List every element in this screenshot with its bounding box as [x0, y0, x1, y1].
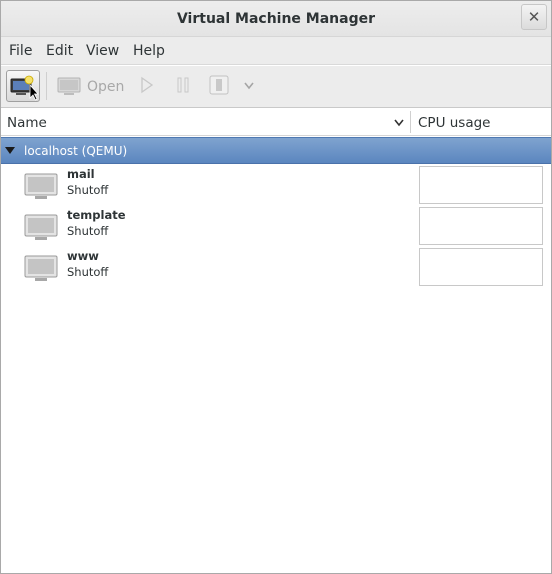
- connection-row[interactable]: localhost (QEMU): [1, 137, 551, 164]
- expander-down-icon[interactable]: [5, 147, 15, 155]
- cpu-usage-graph: [419, 166, 543, 204]
- monitor-icon: [57, 77, 81, 95]
- connection-label: localhost (QEMU): [24, 144, 128, 158]
- vm-name: www: [67, 249, 99, 263]
- column-divider[interactable]: [410, 111, 411, 133]
- close-button[interactable]: ✕: [521, 4, 547, 30]
- column-header: Name CPU usage: [1, 109, 551, 136]
- open-button[interactable]: Open: [57, 74, 124, 100]
- vm-state: Shutoff: [67, 265, 109, 279]
- vm-state: Shutoff: [67, 183, 109, 197]
- chevron-down-icon[interactable]: [393, 118, 405, 128]
- menu-view[interactable]: View: [86, 43, 119, 59]
- vm-monitor-icon: [24, 255, 58, 281]
- vm-row[interactable]: template Shutoff: [1, 206, 551, 247]
- title-bar[interactable]: Virtual Machine Manager ✕: [1, 1, 551, 37]
- cpu-usage-graph: [419, 207, 543, 245]
- new-vm-icon: [10, 75, 39, 101]
- open-button-label: Open: [87, 79, 125, 95]
- new-vm-button[interactable]: [6, 70, 40, 102]
- vm-row[interactable]: www Shutoff: [1, 247, 551, 288]
- main-window: Virtual Machine Manager ✕ File Edit View…: [0, 0, 552, 574]
- vm-monitor-icon: [24, 173, 58, 199]
- vm-state: Shutoff: [67, 224, 109, 238]
- shutdown-icon[interactable]: [208, 75, 230, 95]
- window-title: Virtual Machine Manager: [176, 11, 376, 27]
- menu-bar: File Edit View Help: [1, 37, 551, 65]
- menu-help[interactable]: Help: [133, 43, 165, 59]
- vm-row[interactable]: mail Shutoff: [1, 165, 551, 206]
- vm-name: mail: [67, 167, 95, 181]
- column-cpu-header[interactable]: CPU usage: [418, 115, 490, 131]
- vm-monitor-icon: [24, 214, 58, 240]
- menu-edit[interactable]: Edit: [46, 43, 73, 59]
- pause-icon[interactable]: [175, 76, 191, 94]
- toolbar-separator: [46, 72, 47, 100]
- chevron-down-icon[interactable]: [243, 81, 255, 91]
- cpu-usage-graph: [419, 248, 543, 286]
- menu-file[interactable]: File: [9, 43, 32, 59]
- vm-name: template: [67, 208, 126, 222]
- play-icon[interactable]: [139, 76, 155, 94]
- column-name-header[interactable]: Name: [7, 115, 47, 131]
- close-icon: ✕: [527, 8, 541, 26]
- toolbar: Open: [1, 66, 551, 108]
